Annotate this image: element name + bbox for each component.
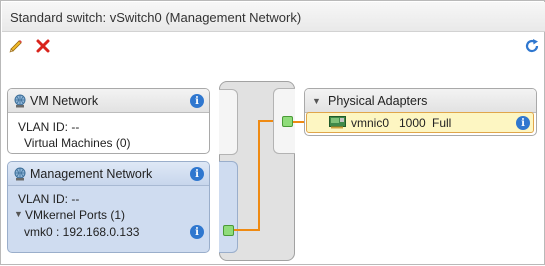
vm-network-header: VM Network i [8,89,209,113]
chevron-down-icon[interactable]: ▼ [312,96,321,106]
vm-network-portgroup[interactable]: VM Network i VLAN ID: -- Virtual Machine… [7,88,210,154]
info-icon[interactable]: i [190,167,204,181]
vmkernel-port-connector[interactable] [223,225,234,236]
vmkernel-port-entry[interactable]: vmk0 : 192.168.0.133 [24,225,139,239]
management-network-vlan: VLAN ID: -- [18,192,80,206]
info-icon[interactable]: i [190,94,204,108]
info-icon[interactable]: i [516,116,530,130]
adapter-duplex: Full [432,116,452,130]
management-network-header: Management Network i [8,162,209,186]
physical-adapters-title: Physical Adapters [328,94,428,108]
vm-network-virtual-machines: Virtual Machines (0) [24,136,131,150]
physical-adapters-header: ▼ Physical Adapters [305,89,536,113]
adapter-name: vmnic0 [351,116,390,130]
chevron-down-icon[interactable]: ▼ [14,209,23,219]
uplink-port-connector[interactable] [282,116,293,127]
adapter-speed: 1000 [399,116,426,130]
physical-adapter-row[interactable]: vmnic0 1000 Full i [306,112,534,133]
vmkernel-icon [14,167,26,181]
management-network-title: Management Network [30,167,153,181]
vm-network-vlan: VLAN ID: -- [18,120,80,134]
vmkernel-ports-label: VMkernel Ports (1) [25,208,126,222]
switch-window: Standard switch: vSwitch0 (Management Ne… [0,0,545,265]
management-network-portgroup[interactable]: Management Network i VLAN ID: -- ▼ VMker… [7,161,210,253]
info-icon[interactable]: i [190,225,204,239]
vm-network-title: VM Network [30,94,99,108]
nic-icon [329,116,346,129]
network-globe-icon [14,94,26,108]
